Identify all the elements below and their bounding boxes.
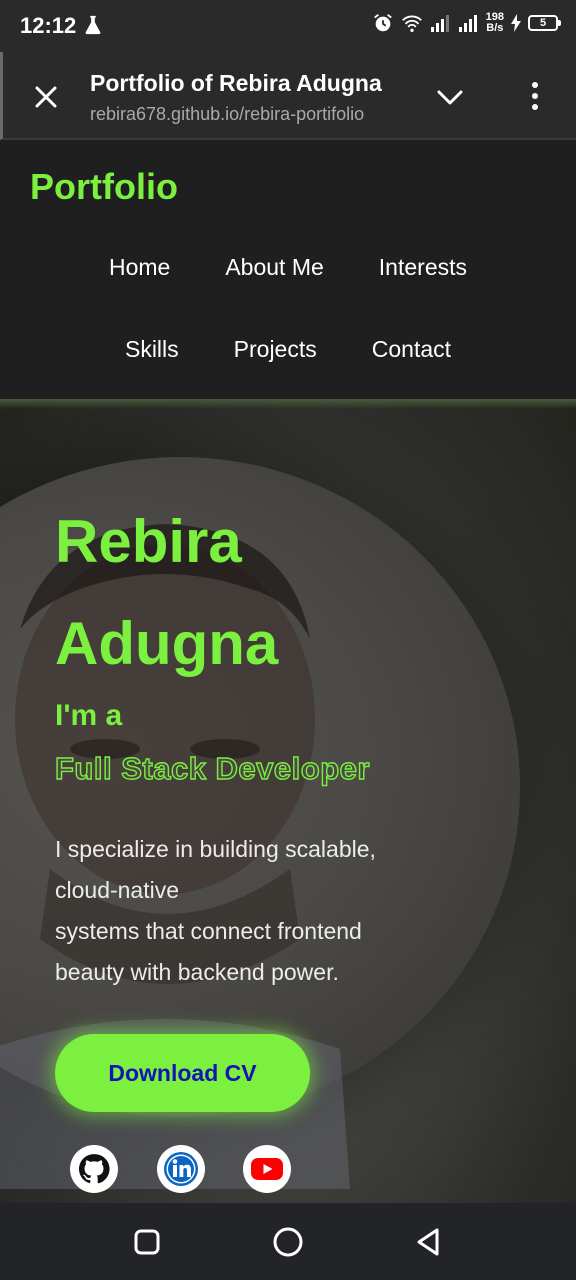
hero-name: Rebira Adugna <box>55 508 279 677</box>
hero-role: Full Stack Developer <box>54 750 370 786</box>
site-logo[interactable]: Portfolio <box>30 166 178 208</box>
youtube-icon <box>251 1158 283 1180</box>
back-icon[interactable] <box>412 1225 446 1259</box>
site-navbar: Portfolio Home About Me Interests Skills… <box>0 141 576 399</box>
close-icon[interactable] <box>31 82 61 112</box>
status-icons: 198 B/s 5 <box>372 11 561 34</box>
nav-link-about[interactable]: About Me <box>225 254 323 281</box>
hero-glow <box>0 399 576 409</box>
recents-icon[interactable] <box>130 1225 164 1259</box>
linkedin-link[interactable] <box>157 1145 205 1193</box>
alarm-icon <box>373 14 392 32</box>
home-icon[interactable] <box>271 1225 305 1259</box>
wifi-icon <box>401 15 422 32</box>
hero-description: I specialize in building scalable, cloud… <box>55 836 376 985</box>
signal-icon <box>430 15 449 32</box>
signal-icon <box>458 15 477 32</box>
android-navigation-bar <box>0 1203 576 1280</box>
network-speed: 198 B/s <box>485 11 504 34</box>
github-link[interactable] <box>70 1145 118 1193</box>
status-bar: 12:12 198 B/s 5 <box>0 0 576 52</box>
battery-icon: 5 <box>528 15 561 31</box>
nav-row: Skills Projects Contact <box>0 336 576 363</box>
github-icon <box>78 1154 110 1184</box>
status-time: 12:12 <box>20 13 77 38</box>
chevron-down-icon[interactable] <box>435 82 465 112</box>
hero-section: Rebira Adugna I'm a Full Stack Developer… <box>0 399 576 1203</box>
download-cv-button[interactable]: Download CV <box>55 1034 310 1112</box>
nav-link-projects[interactable]: Projects <box>234 336 317 363</box>
nav-link-interests[interactable]: Interests <box>379 254 467 281</box>
flask-icon <box>85 15 101 35</box>
tab-url[interactable]: rebira678.github.io/rebira-portifolio <box>90 104 405 125</box>
nav-link-skills[interactable]: Skills <box>125 336 179 363</box>
tab-title: Portfolio of Rebira Adugna <box>90 70 382 96</box>
hero-intro: I'm a <box>55 699 123 732</box>
linkedin-icon <box>164 1152 198 1186</box>
nav-link-contact[interactable]: Contact <box>372 336 451 363</box>
nav-row: Home About Me Interests <box>0 254 576 281</box>
charging-icon <box>511 14 521 32</box>
custom-tab-toolbar: Portfolio of Rebira Adugna rebira678.git… <box>0 52 576 140</box>
youtube-link[interactable] <box>243 1145 291 1193</box>
nav-link-home[interactable]: Home <box>109 254 170 281</box>
more-vert-icon[interactable] <box>523 80 547 112</box>
